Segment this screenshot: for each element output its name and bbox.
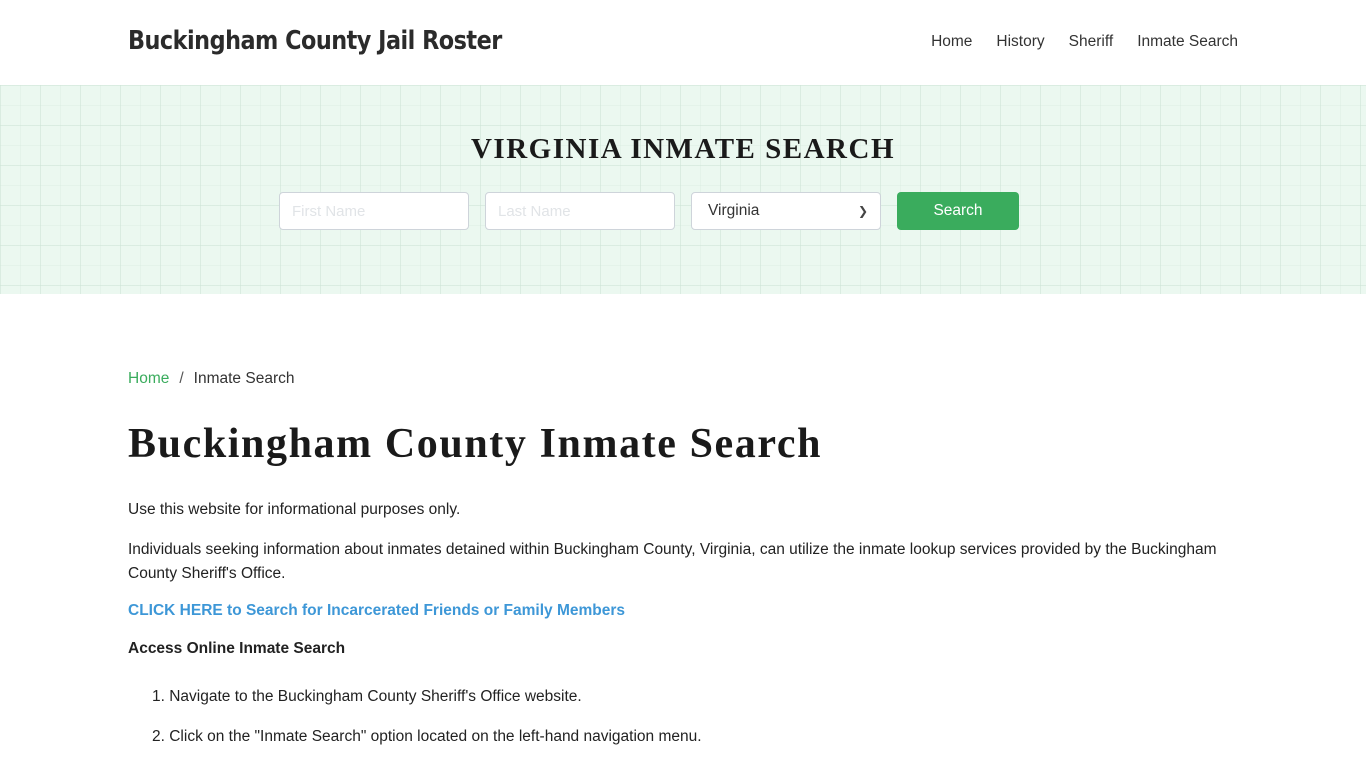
nav-home[interactable]: Home <box>931 33 972 51</box>
nav-inmate-search[interactable]: Inmate Search <box>1137 33 1238 51</box>
intro-paragraph: Individuals seeking information about in… <box>128 541 1217 582</box>
search-button[interactable]: Search <box>897 192 1019 230</box>
list-item: 2. Click on the "Inmate Search" option l… <box>152 728 702 745</box>
breadcrumb-home[interactable]: Home <box>128 370 169 388</box>
list-item: 1. Navigate to the Buckingham County She… <box>152 688 582 705</box>
state-select[interactable]: Virginia ❯ <box>691 192 881 230</box>
last-name-input[interactable] <box>485 192 675 230</box>
main-nav: Home History Sheriff Inmate Search <box>931 33 1238 51</box>
site-header: Buckingham County Jail Roster Home Histo… <box>0 0 1366 85</box>
nav-sheriff[interactable]: Sheriff <box>1069 33 1114 51</box>
search-hero: VIRGINIA INMATE SEARCH Virginia ❯ Search <box>0 85 1366 294</box>
search-cta-link[interactable]: CLICK HERE to Search for Incarcerated Fr… <box>128 602 625 620</box>
first-name-input[interactable] <box>279 192 469 230</box>
page-title: Buckingham County Inmate Search <box>128 421 823 467</box>
section-subheading: Access Online Inmate Search <box>128 640 346 657</box>
disclaimer-text: Use this website for informational purpo… <box>128 501 461 518</box>
state-select-value: Virginia <box>708 202 760 219</box>
nav-history[interactable]: History <box>996 33 1044 51</box>
steps-list: 1. Navigate to the Buckingham County She… <box>128 685 702 765</box>
breadcrumb-separator: / <box>179 370 184 387</box>
breadcrumb-current: Inmate Search <box>193 370 295 387</box>
chevron-down-icon: ❯ <box>857 204 868 218</box>
site-brand[interactable]: Buckingham County Jail Roster <box>128 26 502 56</box>
breadcrumb: Home / Inmate Search <box>128 370 294 388</box>
hero-title: VIRGINIA INMATE SEARCH <box>470 133 896 165</box>
search-form: Virginia ❯ Search <box>279 192 1019 230</box>
